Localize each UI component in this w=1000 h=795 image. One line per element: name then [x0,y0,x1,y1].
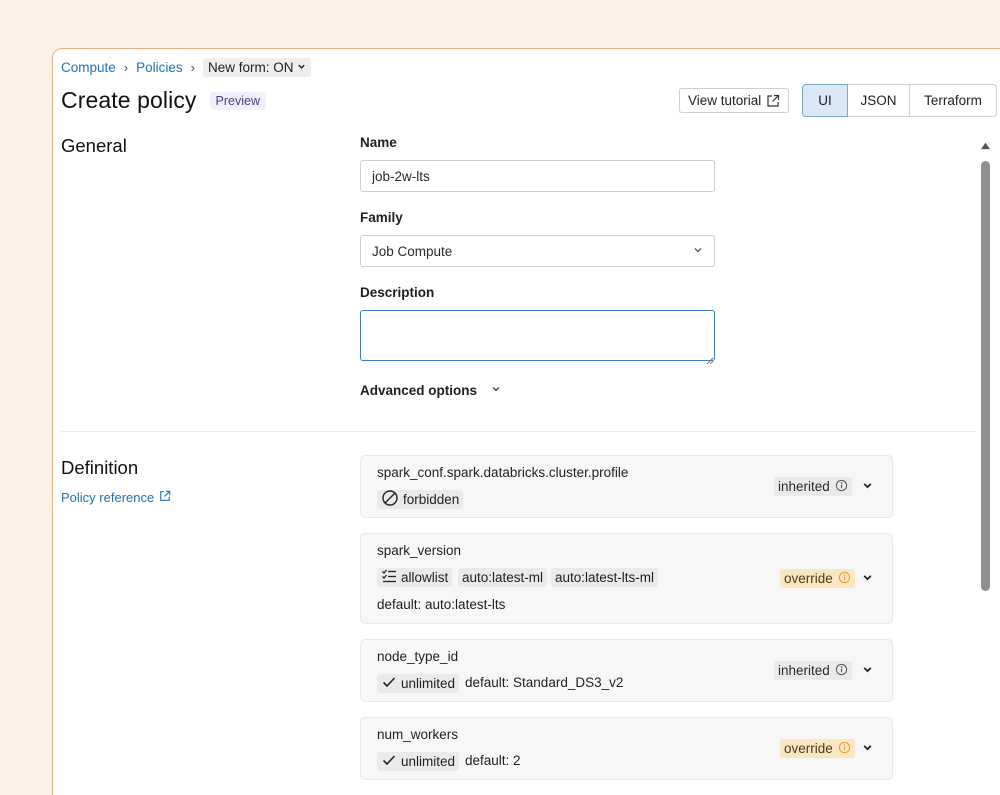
chevron-down-icon [297,62,306,73]
breadcrumb-policies-link[interactable]: Policies [136,60,183,75]
name-label: Name [360,135,397,150]
resize-grip-icon[interactable] [706,352,714,365]
status-badge: inherited [774,661,852,680]
chevron-down-icon [693,245,703,258]
status-label: inherited [778,479,830,494]
expand-rule-chevron-icon[interactable] [862,572,873,586]
advanced-options-toggle[interactable]: Advanced options [360,383,501,398]
rule-name: spark_version [377,543,462,558]
view-mode-segmented-control: UI JSON Terraform [802,84,997,117]
status-badge: override [780,569,855,588]
status-label: override [784,741,833,756]
rule-type-chip: unlimited [377,752,460,771]
external-link-icon [766,94,780,108]
create-policy-panel: Compute › Policies › New form: ON Create… [52,48,1000,795]
policy-rule-card: spark_version allowlist auto:latest-ml a… [360,533,893,624]
scroll-up-arrow-icon[interactable] [980,141,991,153]
section-divider [61,431,976,432]
rule-value-chip: auto:latest-lts-ml [551,568,659,587]
rule-type-label: forbidden [403,492,460,507]
breadcrumb-separator: › [190,60,195,75]
family-select[interactable]: Job Compute [360,235,715,267]
family-select-value: Job Compute [372,243,453,259]
policy-rule-card: spark_conf.spark.databricks.cluster.prof… [360,455,893,518]
check-icon [381,752,397,771]
policy-reference-label: Policy reference [61,490,155,505]
policy-rule-card: node_type_id unlimited default: Standard… [360,639,893,702]
breadcrumb-compute-link[interactable]: Compute [61,60,116,75]
breadcrumb-separator: › [123,60,129,75]
rule-default: default: Standard_DS3_v2 [465,675,624,690]
title-row: Create policy Preview [61,87,266,114]
rule-type-label: allowlist [401,570,449,585]
description-textarea[interactable] [360,310,715,361]
preview-badge: Preview [209,91,266,110]
info-icon [838,741,851,757]
description-field-wrapper [360,310,715,365]
info-icon [838,571,851,587]
expand-rule-chevron-icon[interactable] [862,480,873,494]
rule-type-chip: unlimited [377,674,460,693]
rule-name: num_workers [377,727,459,742]
new-form-toggle-label: New form: ON [208,60,294,75]
check-icon [381,674,397,693]
status-label: override [784,571,833,586]
rule-type-label: unlimited [401,676,456,691]
rule-name: node_type_id [377,649,459,664]
page-title: Create policy [61,87,197,113]
expand-rule-chevron-icon[interactable] [862,664,873,678]
external-link-icon [159,490,171,505]
policy-rule-card: num_workers unlimited default: 2 overrid… [360,717,893,780]
chevron-down-icon [491,384,501,397]
description-label: Description [360,285,435,300]
rule-type-chip: forbidden [377,489,464,510]
tab-terraform[interactable]: Terraform [909,84,997,117]
definition-section-title: Definition [61,457,139,478]
breadcrumb: Compute › Policies › New form: ON [61,58,311,77]
name-input[interactable] [360,160,715,192]
policy-reference-link[interactable]: Policy reference [61,490,171,505]
rule-type-chip: allowlist [377,568,453,587]
tab-json[interactable]: JSON [847,84,910,117]
allowlist-icon [381,568,397,587]
rule-default: default: auto:latest-lts [377,597,506,612]
rule-name: spark_conf.spark.databricks.cluster.prof… [377,465,629,480]
view-tutorial-label: View tutorial [688,93,762,108]
status-badge: override [780,739,855,758]
rule-value-chip: auto:latest-ml [458,568,548,587]
vertical-scrollbar-thumb[interactable] [981,161,990,591]
new-form-toggle[interactable]: New form: ON [203,58,311,77]
tab-ui[interactable]: UI [802,84,848,117]
advanced-options-label: Advanced options [360,383,478,398]
rule-default: default: 2 [465,753,521,768]
status-label: inherited [778,663,830,678]
expand-rule-chevron-icon[interactable] [862,742,873,756]
status-badge: inherited [774,477,852,496]
info-icon [835,479,848,495]
rule-type-label: unlimited [401,754,456,769]
info-icon [835,663,848,679]
view-tutorial-button[interactable]: View tutorial [679,88,790,113]
general-section-title: General [61,135,127,156]
family-label: Family [360,210,403,225]
forbidden-icon [381,489,399,510]
